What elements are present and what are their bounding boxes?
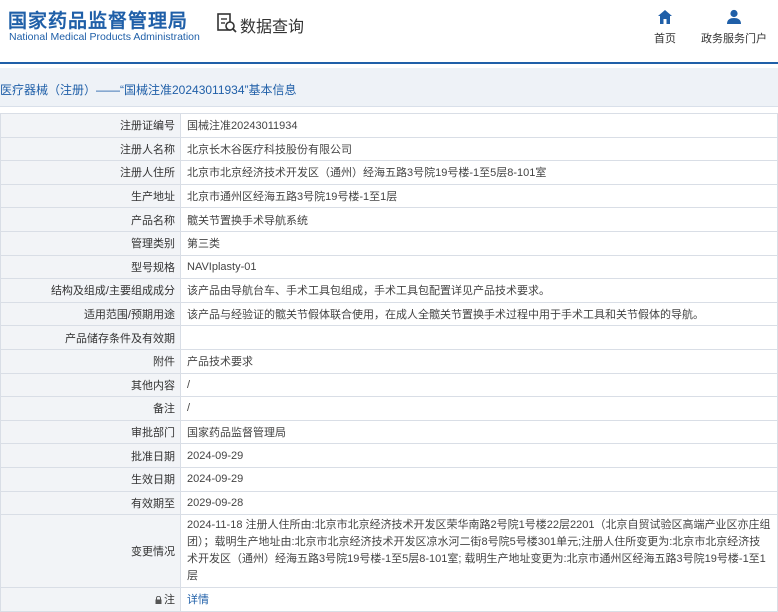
table-row: 产品储存条件及有效期 [0,325,778,350]
table-row: 注册人名称 北京长木谷医疗科技股份有限公司 [0,136,778,162]
table-row: 附件 产品技术要求 [0,348,778,374]
field-key: 生产地址 [0,183,181,209]
org-name-cn[interactable]: 国家药品监督管理局 [8,6,188,33]
field-key: 产品储存条件及有效期 [0,325,181,350]
table-row: 产品名称 髋关节置换手术导航系统 [0,207,778,232]
field-key: 其他内容 [0,372,181,398]
table-row: 注册人住所 北京市北京经济技术开发区（通州）经海五路3号院19号楼-1至5层8-1… [0,160,778,185]
field-value: / [180,396,778,421]
field-value: NAVIplasty-01 [180,254,778,280]
table-row: 有效期至 2029-09-28 [0,490,778,516]
detail-link[interactable]: 详情 [187,594,209,606]
field-value: / [180,372,778,398]
table-row: 型号规格 NAVIplasty-01 [0,254,778,280]
field-value: 2029-09-28 [180,490,778,516]
note-label: 注 [164,594,175,607]
nav-home[interactable]: 首页 [651,8,679,46]
field-key: 审批部门 [0,419,181,445]
field-value: 2024-09-29 [180,443,778,468]
field-key: 变更情况 [0,514,181,589]
lock-icon [155,596,162,605]
field-key: 适用范围/预期用途 [0,301,181,327]
header-divider [0,62,778,64]
field-value: 北京长木谷医疗科技股份有限公司 [180,136,778,162]
field-value: 2024-09-29 [180,466,778,492]
field-value: 该产品与经验证的髋关节假体联合使用，在成人全髋关节置换手术过程中用于手术工具和关… [180,301,778,327]
table-row: 管理类别 第三类 [0,230,778,256]
field-value: 髋关节置换手术导航系统 [180,207,778,232]
user-icon [727,9,741,24]
nav-home-label: 首页 [654,33,676,45]
field-value: 国械注准20243011934 [180,113,778,138]
site-header: 国家药品监督管理局 National Medical Products Admi… [0,0,778,62]
field-key: 注册证编号 [0,113,181,138]
nav-service-portal[interactable]: 政务服务门户 [701,8,767,46]
table-row: 结构及组成/主要组成成分 该产品由导航台车、手术工具包组成，手术工具包配置详见产品… [0,278,778,303]
table-row: 备注 / [0,396,778,421]
table-row: 审批部门 国家药品监督管理局 [0,419,778,445]
table-row: 生产地址 北京市通州区经海五路3号院19号楼-1至1层 [0,183,778,209]
field-value: 该产品由导航台车、手术工具包组成，手术工具包配置详见产品技术要求。 [180,278,778,303]
table-row-note: 注 详情 [0,587,778,612]
field-key: 结构及组成/主要组成成分 [0,278,181,303]
field-value: 详情 [180,587,778,612]
query-title: 数据查询 [240,19,305,36]
home-icon [658,10,672,24]
nav-service-label: 政务服务门户 [701,33,767,45]
detail-table: 注册证编号 国械注准20243011934 注册人名称 北京长木谷医疗科技股份有限公司… [0,113,778,612]
table-row-change: 变更情况 2024-11-18 注册人住所由:北京市北京经济技术开发区荣华南路2… [0,514,778,589]
field-key: 注 [0,587,181,612]
field-key: 附件 [0,348,181,374]
table-row: 注册证编号 国械注准20243011934 [0,113,778,138]
table-row: 生效日期 2024-09-29 [0,466,778,492]
field-value: 2024-11-18 注册人住所由:北京市北京经济技术开发区荣华南路2号院1号楼… [180,514,778,589]
field-value: 国家药品监督管理局 [180,419,778,445]
field-key: 注册人住所 [0,160,181,185]
field-key: 管理类别 [0,230,181,256]
org-name-en[interactable]: National Medical Products Administration [9,31,200,43]
field-key: 批准日期 [0,443,181,468]
table-row: 适用范围/预期用途 该产品与经验证的髋关节假体联合使用，在成人全髋关节置换手术过程… [0,301,778,327]
field-key: 注册人名称 [0,136,181,162]
field-key: 备注 [0,396,181,421]
field-key: 型号规格 [0,254,181,280]
field-value: 北京市通州区经海五路3号院19号楼-1至1层 [180,183,778,209]
breadcrumb: 医疗器械（注册）——“国械注准20243011934”基本信息 [0,68,778,107]
field-key: 有效期至 [0,490,181,516]
field-key: 生效日期 [0,466,181,492]
field-key: 产品名称 [0,207,181,232]
field-value [180,325,778,350]
field-value: 产品技术要求 [180,348,778,374]
search-doc-icon [217,13,237,33]
table-row: 其他内容 / [0,372,778,398]
breadcrumb-text: 医疗器械（注册）——“国械注准20243011934”基本信息 [0,83,297,97]
field-value: 第三类 [180,230,778,256]
field-value: 北京市北京经济技术开发区（通州）经海五路3号院19号楼-1至5层8-101室 [180,160,778,185]
table-row: 批准日期 2024-09-29 [0,443,778,468]
